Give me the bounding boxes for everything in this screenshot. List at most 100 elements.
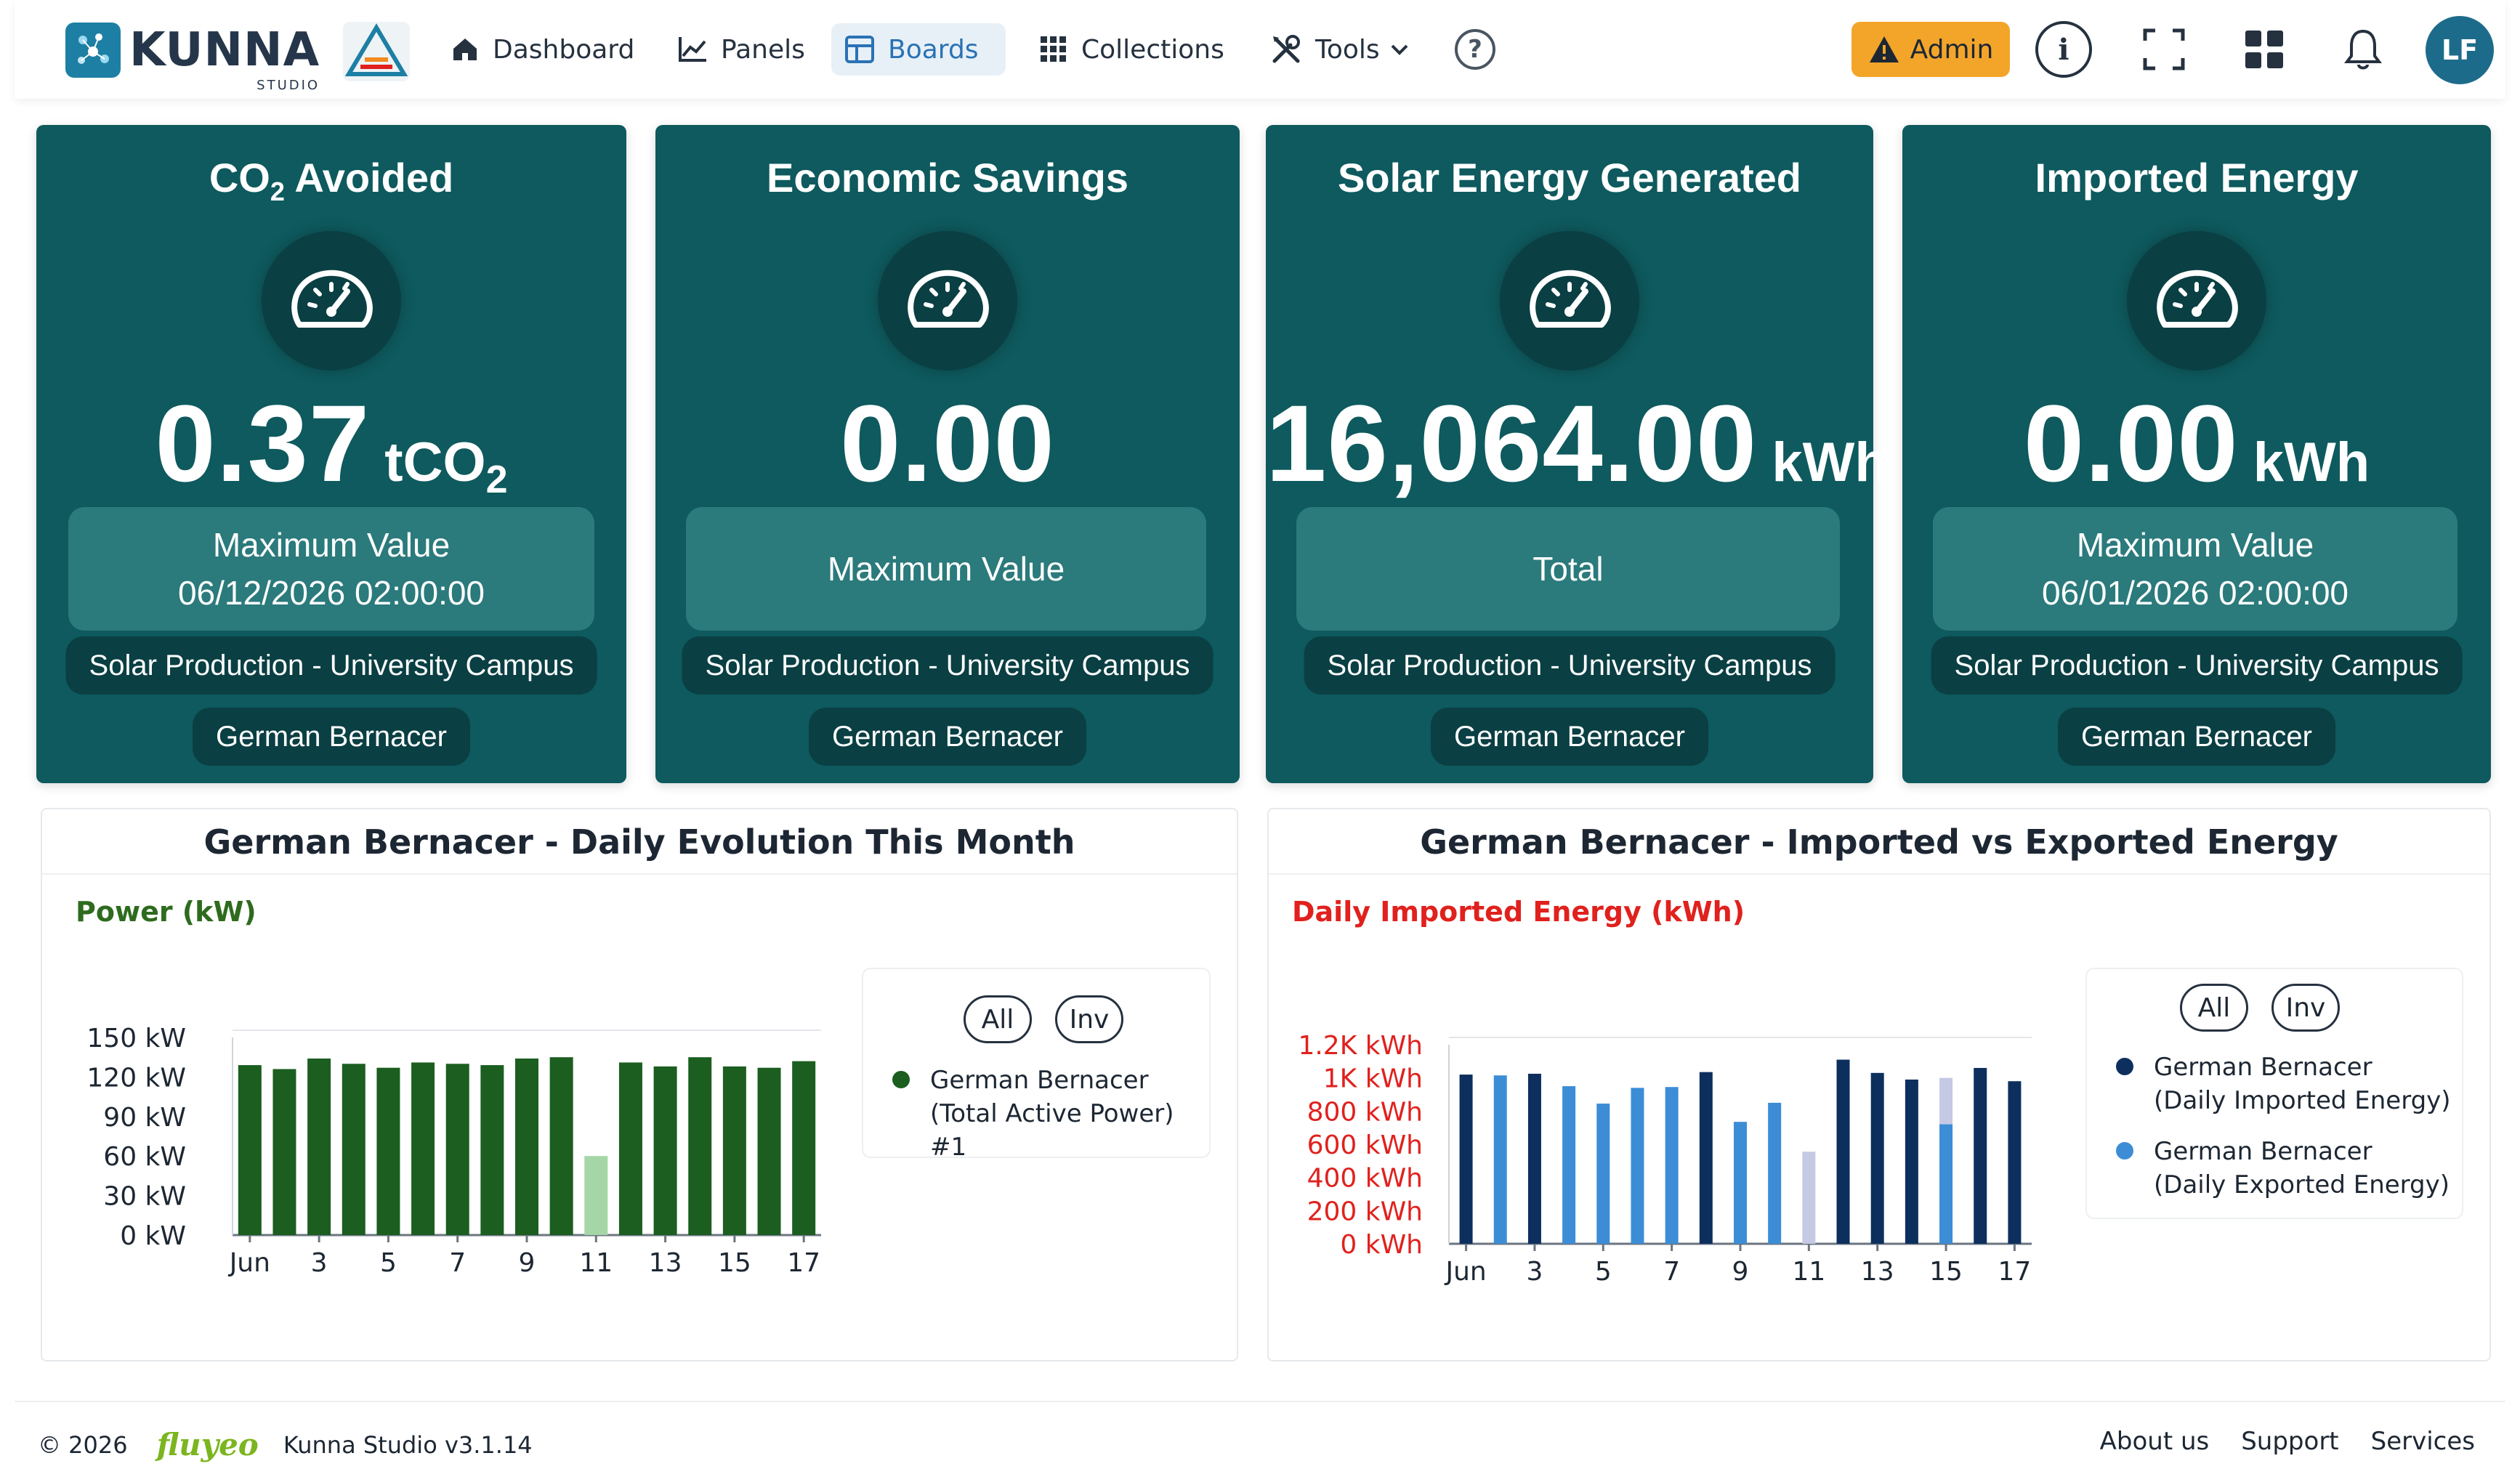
bar-day-9[interactable] [1734, 1122, 1747, 1244]
gauge-icon [262, 231, 401, 371]
card-value: 0.00 kWh [2023, 382, 2370, 504]
bar-day-3[interactable] [307, 1059, 331, 1235]
fluyeo-logo[interactable]: fluyeo [157, 1427, 259, 1462]
bar-day-2[interactable] [272, 1069, 296, 1235]
kunna-logo[interactable]: KUNNA STUDIO [65, 17, 320, 93]
x-tick-label: 17 [1998, 1257, 2032, 1287]
legend-inv-button[interactable]: Inv [2271, 984, 2340, 1032]
card-info-box: Total [1296, 507, 1840, 631]
apps-grid-icon [2245, 31, 2283, 68]
nav-dashboard-label: Dashboard [493, 34, 635, 65]
fullscreen-button[interactable] [2133, 19, 2194, 80]
bar-day-13[interactable] [1870, 1072, 1884, 1244]
notifications-button[interactable] [2333, 19, 2394, 80]
nav-tools-dropdown[interactable]: Tools [1257, 23, 1422, 76]
top-navbar: KUNNA STUDIO Dashboard Panels Boards Col… [15, 0, 2505, 99]
bar-day-1[interactable] [1459, 1075, 1473, 1244]
card-title: Economic Savings [767, 155, 1128, 201]
legend-inv-button[interactable]: Inv [1055, 995, 1123, 1043]
y-tick-label: 1K kWh [1323, 1064, 1423, 1094]
bar-day-11[interactable] [584, 1156, 608, 1235]
y-axis-title: Power (kW) [76, 896, 257, 928]
help-icon[interactable]: ? [1455, 29, 1495, 70]
user-avatar[interactable]: LF [2426, 16, 2494, 84]
nav-boards[interactable]: Boards [831, 23, 1006, 76]
bar-day-10[interactable] [549, 1057, 573, 1235]
bar-day-2[interactable] [1493, 1075, 1507, 1244]
bell-icon [2344, 29, 2382, 70]
x-tick-label: 7 [449, 1248, 466, 1278]
legend-item-exported-energy[interactable]: German Bernacer (Daily Exported Energy) [2116, 1135, 2450, 1202]
chevron-down-icon [1391, 44, 1408, 55]
y-tick-label: 0 kWh [1340, 1230, 1423, 1260]
legend-all-button[interactable]: All [964, 995, 1032, 1043]
gauge-icon [878, 231, 1017, 371]
bar-day-16[interactable] [757, 1067, 781, 1235]
logo-wordmark: KUNNA [129, 23, 320, 77]
x-tick-label: 17 [787, 1248, 820, 1278]
bar-day-5[interactable] [1596, 1104, 1610, 1244]
y-tick-label: 200 kWh [1307, 1197, 1423, 1226]
bar-day-10[interactable] [1768, 1102, 1782, 1244]
apps-button[interactable] [2234, 19, 2295, 80]
x-tick-label: Jun [1444, 1257, 1486, 1287]
line-chart-icon [679, 37, 706, 62]
bar-day-16[interactable] [1974, 1067, 1987, 1244]
footer-link-services[interactable]: Services [2371, 1427, 2475, 1456]
bar-day-15[interactable] [722, 1066, 746, 1235]
bar-day-8[interactable] [480, 1065, 504, 1235]
panel-title: German Bernacer - Daily Evolution This M… [203, 822, 1075, 862]
nav-panels[interactable]: Panels [664, 23, 818, 76]
legend-all-button[interactable]: All [2180, 984, 2248, 1032]
legend-item-total-active-power[interactable]: German Bernacer (Total Active Power) #1 [892, 1064, 1209, 1164]
bar-day-5[interactable] [376, 1067, 400, 1235]
y-tick-label: 120 kW [86, 1063, 186, 1093]
panel-title: German Bernacer - Imported vs Exported E… [1420, 822, 2338, 862]
admin-label: Admin [1910, 34, 1994, 65]
bar-day-7[interactable] [1665, 1087, 1679, 1244]
card-info-box: Maximum Value 06/01/2026 02:00:00 [1933, 507, 2458, 631]
bar-day-13[interactable] [653, 1066, 677, 1235]
card-title: Imported Energy [2035, 155, 2359, 201]
bar-day-7[interactable] [445, 1064, 469, 1235]
bar-day-11[interactable] [1802, 1152, 1816, 1244]
bar-day-1[interactable] [238, 1065, 262, 1235]
bar-day-9[interactable] [515, 1059, 538, 1235]
bar-day-17[interactable] [2008, 1081, 2022, 1244]
bar-day-6[interactable] [411, 1062, 435, 1235]
bar-day-14[interactable] [688, 1057, 712, 1235]
nav-tools-label: Tools [1315, 34, 1380, 65]
footer-link-about[interactable]: About us [2100, 1427, 2210, 1456]
grid-icon [1041, 36, 1066, 62]
bar-day-12[interactable] [1836, 1059, 1850, 1244]
info-icon: i [2035, 21, 2092, 78]
x-tick-label: 9 [519, 1248, 536, 1278]
legend-item-imported-energy[interactable]: German Bernacer (Daily Imported Energy) [2116, 1051, 2451, 1117]
admin-button[interactable]: Admin [1851, 22, 2010, 77]
bar-day-12[interactable] [618, 1062, 642, 1235]
x-tick-label: 11 [1792, 1257, 1825, 1287]
y-tick-label: 30 kW [103, 1182, 186, 1212]
bar-day-4[interactable] [342, 1064, 366, 1235]
footer-copyright: © 2026 [38, 1430, 128, 1459]
card-site-pill: Solar Production - University Campus [65, 636, 597, 695]
y-tick-label: 90 kW [103, 1103, 186, 1133]
card-value: 0.37 tCO2 [155, 382, 508, 504]
bar-day-8[interactable] [1699, 1072, 1713, 1244]
bar-day-3[interactable] [1527, 1073, 1541, 1244]
gauge-icon [2127, 231, 2266, 371]
bar-day-15-exported[interactable] [1939, 1124, 1953, 1244]
bar-day-6[interactable] [1631, 1088, 1644, 1244]
footer-link-support[interactable]: Support [2241, 1427, 2338, 1456]
kpi-card-solar-energy-generated: Solar Energy Generated 16,064.00 kWh Tota… [1266, 125, 1889, 783]
bar-day-17[interactable] [792, 1061, 816, 1235]
nav-collections[interactable]: Collections [1026, 23, 1237, 76]
info-button[interactable]: i [2033, 19, 2094, 80]
kpi-card-imported-energy: Imported Energy 0.00 kWh Maximum Value 06… [1902, 125, 2491, 783]
footer-links: About us Support Services [2068, 1427, 2475, 1456]
x-tick-label: 15 [718, 1248, 751, 1278]
card-info-box: Maximum Value [686, 507, 1206, 631]
bar-day-4[interactable] [1562, 1086, 1576, 1244]
nav-dashboard[interactable]: Dashboard [437, 23, 647, 76]
bar-day-14[interactable] [1905, 1079, 1918, 1244]
